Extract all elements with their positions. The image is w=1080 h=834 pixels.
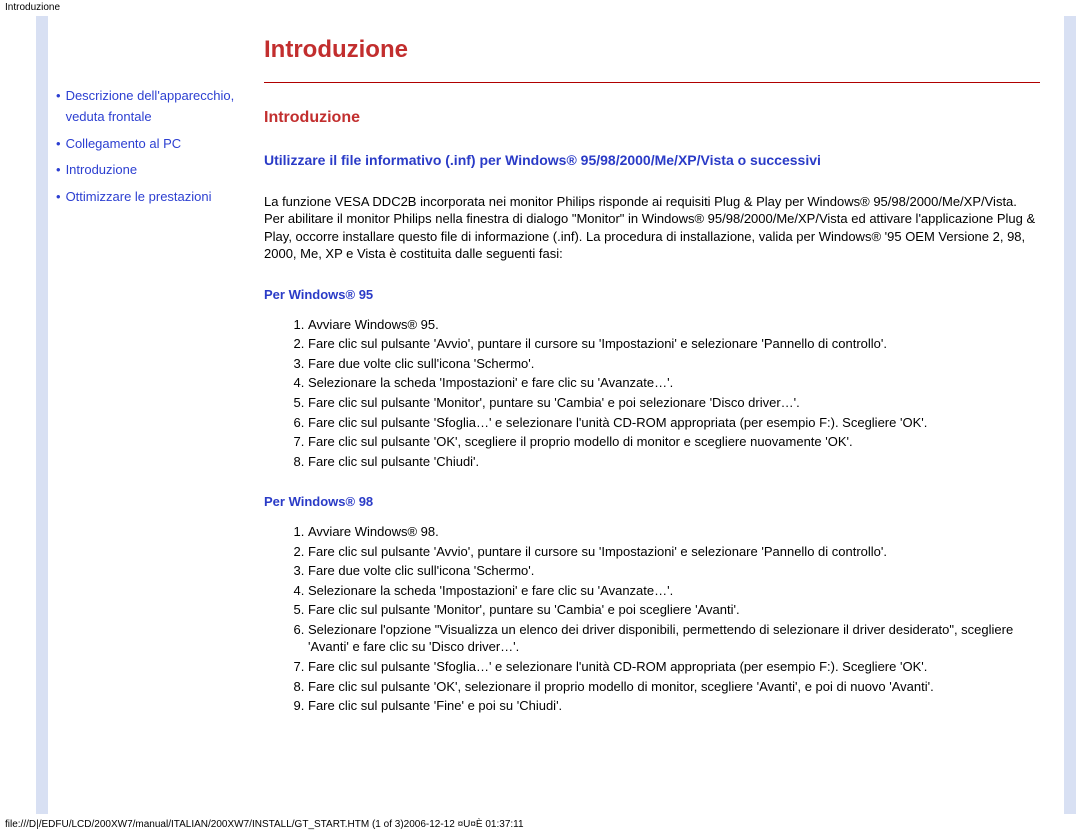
list-item: Fare clic sul pulsante 'OK', scegliere i… bbox=[308, 433, 1040, 451]
sidebar-item-descrizione[interactable]: • Descrizione dell'apparecchio, veduta f… bbox=[56, 86, 244, 128]
list-item: Selezionare la scheda 'Impostazioni' e f… bbox=[308, 374, 1040, 392]
list-item: Fare clic sul pulsante 'OK', selezionare… bbox=[308, 678, 1040, 696]
page-title: Introduzione bbox=[264, 36, 1040, 64]
main-content: Introduzione Introduzione Utilizzare il … bbox=[250, 16, 1080, 814]
list-item: Fare due volte clic sull'icona 'Schermo'… bbox=[308, 562, 1040, 580]
win98-heading: Per Windows® 98 bbox=[264, 494, 1040, 509]
sidebar-item-label: Descrizione dell'apparecchio, veduta fro… bbox=[66, 86, 244, 128]
list-item: Fare clic sul pulsante 'Sfoglia…' e sele… bbox=[308, 414, 1040, 432]
list-item: Fare clic sul pulsante 'Avvio', puntare … bbox=[308, 335, 1040, 353]
footer-file-path: file:///D|/EDFU/LCD/200XW7/manual/ITALIA… bbox=[5, 819, 524, 830]
sidebar-item-label: Ottimizzare le prestazioni bbox=[66, 187, 212, 208]
sidebar-item-label: Introduzione bbox=[66, 160, 138, 181]
list-item: Fare clic sul pulsante 'Avvio', puntare … bbox=[308, 543, 1040, 561]
subsection-heading: Utilizzare il file informativo (.inf) pe… bbox=[264, 151, 1040, 171]
win98-steps: Avviare Windows® 98. Fare clic sul pulsa… bbox=[264, 523, 1040, 714]
left-blue-bar bbox=[36, 16, 48, 814]
sidebar-item-introduzione[interactable]: • Introduzione bbox=[56, 160, 244, 181]
section-heading: Introduzione bbox=[264, 109, 1040, 127]
content-outer: • Descrizione dell'apparecchio, veduta f… bbox=[36, 16, 1080, 814]
right-blue-bar bbox=[1064, 16, 1076, 814]
win95-steps: Avviare Windows® 95. Fare clic sul pulsa… bbox=[264, 316, 1040, 470]
bullet-icon: • bbox=[56, 86, 61, 107]
intro-paragraph: La funzione VESA DDC2B incorporata nei m… bbox=[264, 193, 1040, 263]
win95-heading: Per Windows® 95 bbox=[264, 287, 1040, 302]
list-item: Fare due volte clic sull'icona 'Schermo'… bbox=[308, 355, 1040, 373]
list-item: Fare clic sul pulsante 'Fine' e poi su '… bbox=[308, 697, 1040, 715]
list-item: Fare clic sul pulsante 'Sfoglia…' e sele… bbox=[308, 658, 1040, 676]
list-item: Selezionare la scheda 'Impostazioni' e f… bbox=[308, 582, 1040, 600]
list-item: Fare clic sul pulsante 'Monitor', puntar… bbox=[308, 394, 1040, 412]
list-item: Avviare Windows® 98. bbox=[308, 523, 1040, 541]
list-item: Selezionare l'opzione "Visualizza un ele… bbox=[308, 621, 1040, 656]
horizontal-rule bbox=[264, 82, 1040, 83]
bullet-icon: • bbox=[56, 187, 61, 208]
bullet-icon: • bbox=[56, 160, 61, 181]
sidebar-list: • Descrizione dell'apparecchio, veduta f… bbox=[56, 86, 244, 208]
list-item: Avviare Windows® 95. bbox=[308, 316, 1040, 334]
sidebar-item-collegamento[interactable]: • Collegamento al PC bbox=[56, 134, 244, 155]
sidebar-item-label: Collegamento al PC bbox=[66, 134, 182, 155]
page-top-title: Introduzione bbox=[0, 0, 1080, 15]
bullet-icon: • bbox=[56, 134, 61, 155]
sidebar-item-ottimizzare[interactable]: • Ottimizzare le prestazioni bbox=[56, 187, 244, 208]
sidebar: • Descrizione dell'apparecchio, veduta f… bbox=[48, 16, 250, 814]
list-item: Fare clic sul pulsante 'Chiudi'. bbox=[308, 453, 1040, 471]
list-item: Fare clic sul pulsante 'Monitor', puntar… bbox=[308, 601, 1040, 619]
